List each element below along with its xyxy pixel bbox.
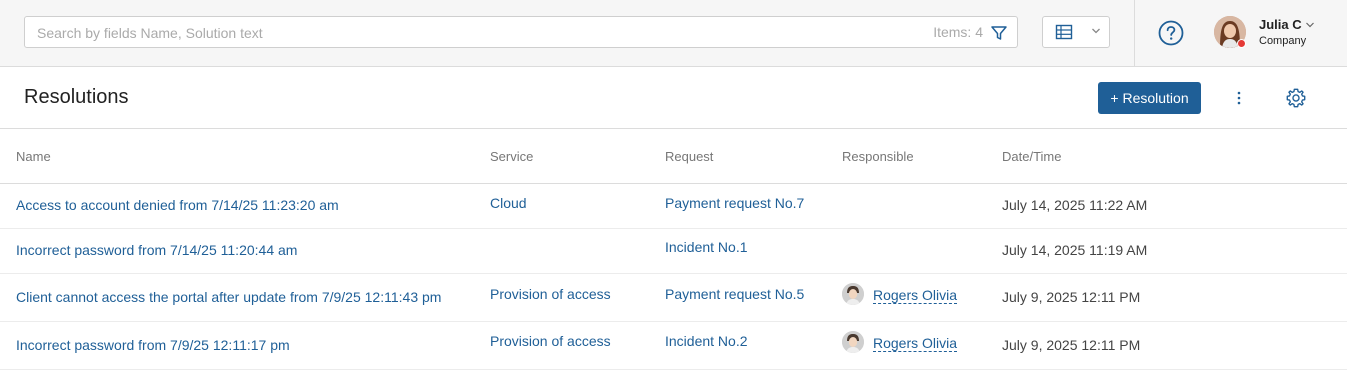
service-link[interactable]: Provision of access (490, 286, 611, 302)
items-count: Items: 4 (933, 24, 983, 40)
avatar (842, 331, 864, 353)
column-header-datetime[interactable]: Date/Time (1002, 149, 1061, 164)
gear-icon[interactable] (1285, 87, 1307, 109)
chevron-down-icon[interactable] (1305, 21, 1315, 29)
responsible-name[interactable]: Rogers Olivia (873, 335, 958, 352)
table-view-icon (1055, 24, 1073, 40)
resolution-name-link[interactable]: Access to account denied from 7/14/25 11… (16, 197, 339, 213)
search-box[interactable]: Items: 4 (24, 16, 1018, 48)
add-resolution-button[interactable]: + Resolution (1098, 82, 1201, 114)
view-switch-button[interactable] (1042, 16, 1110, 48)
request-link[interactable]: Payment request No.5 (665, 286, 804, 302)
service-link[interactable]: Provision of access (490, 333, 611, 349)
help-icon[interactable] (1158, 20, 1184, 46)
request-link[interactable]: Incident No.1 (665, 239, 748, 255)
datetime-cell: July 9, 2025 12:11 PM (1002, 289, 1141, 305)
table-row[interactable]: Client cannot access the portal after up… (0, 274, 1347, 322)
page-title: Resolutions (24, 86, 129, 108)
request-link[interactable]: Payment request No.7 (665, 195, 804, 211)
resolution-name-link[interactable]: Client cannot access the portal after up… (16, 289, 441, 305)
status-indicator (1237, 39, 1246, 48)
chevron-down-icon (1092, 28, 1100, 34)
resolution-name-link[interactable]: Incorrect password from 7/9/25 12:11:17 … (16, 337, 290, 353)
column-header-name[interactable]: Name (16, 149, 51, 164)
column-header-responsible[interactable]: Responsible (842, 149, 914, 164)
search-input[interactable] (37, 23, 897, 43)
column-header-request[interactable]: Request (665, 149, 713, 164)
responsible-name[interactable]: Rogers Olivia (873, 287, 958, 304)
datetime-cell: July 14, 2025 11:22 AM (1002, 197, 1148, 213)
column-header-service[interactable]: Service (490, 149, 533, 164)
more-options-icon[interactable] (1230, 88, 1248, 108)
service-link[interactable]: Cloud (490, 195, 527, 211)
datetime-cell: July 14, 2025 11:19 AM (1002, 242, 1148, 258)
resolution-name-link[interactable]: Incorrect password from 7/14/25 11:20:44… (16, 242, 297, 258)
table-row[interactable]: Incorrect password from 7/9/25 12:11:17 … (0, 322, 1347, 370)
user-company: Company (1259, 35, 1307, 47)
filter-icon[interactable] (989, 23, 1009, 43)
divider (0, 128, 1347, 129)
top-bar: Items: 4 Julia C Company (0, 0, 1347, 67)
divider (1134, 0, 1135, 67)
table-row[interactable]: Access to account denied from 7/14/25 11… (0, 184, 1347, 229)
avatar (842, 283, 864, 305)
table-row[interactable]: Incorrect password from 7/14/25 11:20:44… (0, 229, 1347, 274)
datetime-cell: July 9, 2025 12:11 PM (1002, 337, 1141, 353)
user-name[interactable]: Julia C (1259, 17, 1302, 32)
request-link[interactable]: Incident No.2 (665, 333, 748, 349)
